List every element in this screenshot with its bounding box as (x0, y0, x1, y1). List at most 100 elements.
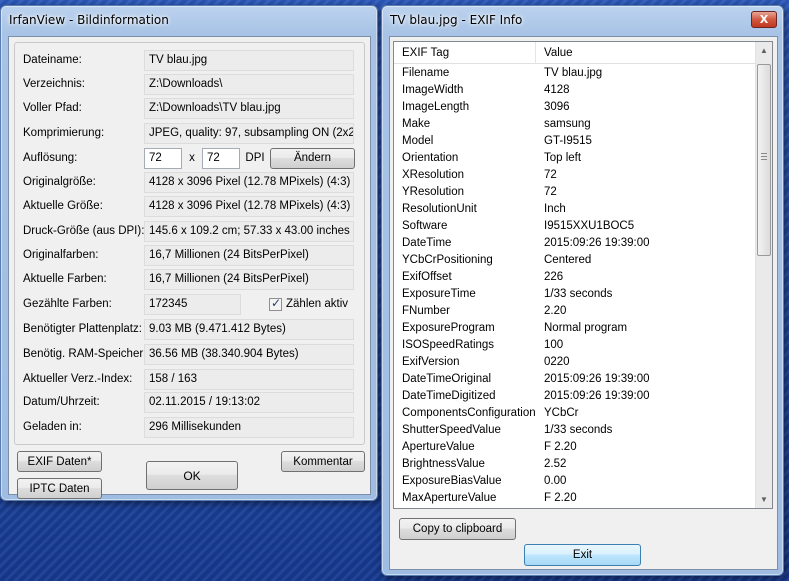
list-item[interactable]: ImageLength 3096 (394, 99, 757, 116)
list-item[interactable]: BrightnessValue 2.52 (394, 456, 757, 473)
list-item[interactable]: DateTime 2015:09:26 19:39:00 (394, 235, 757, 252)
close-icon[interactable]: X (751, 11, 777, 28)
field-value[interactable]: JPEG, quality: 97, subsampling ON (2x2) (144, 122, 354, 144)
list-item[interactable]: ExposureProgram Normal program (394, 320, 757, 337)
list-item[interactable]: ExifOffset 226 (394, 269, 757, 286)
list-item[interactable]: ApertureValue F 2.20 (394, 439, 757, 456)
exif-list[interactable]: EXIF Tag Value Filename TV blau.jpg ImageW… (393, 41, 773, 509)
exif-value: 2.20 (544, 305, 567, 317)
zaehlen-aktiv-checkbox[interactable]: Zählen aktiv (269, 296, 348, 311)
exif-value: TV blau.jpg (544, 67, 603, 79)
field-label: Geladen in: (23, 421, 82, 433)
aendern-button[interactable]: Ändern (270, 147, 355, 169)
field-value[interactable]: Z:\Downloads\TV blau.jpg (144, 97, 354, 119)
list-item[interactable]: ResolutionUnit Inch (394, 201, 757, 218)
scrollbar-thumb[interactable] (757, 64, 771, 256)
exif-value: 1/33 seconds (544, 288, 613, 300)
field-value[interactable]: 4128 x 3096 Pixel (12.78 MPixels) (4:3) (144, 195, 354, 217)
grip-line (761, 159, 767, 160)
exif-value: 2015:09:26 19:39:00 (544, 237, 650, 249)
field-value[interactable]: 4128 x 3096 Pixel (12.78 MPixels) (4:3) (144, 171, 354, 193)
field-label: Druck-Größe (aus DPI): (23, 225, 144, 237)
list-item[interactable]: ExposureTime 1/33 seconds (394, 286, 757, 303)
field-value[interactable]: 145.6 x 109.2 cm; 57.33 x 43.00 inches (144, 220, 354, 242)
list-item[interactable]: ExposureBiasValue 0.00 (394, 473, 757, 490)
checkbox-checked-icon[interactable] (269, 296, 282, 311)
dpi-y-input[interactable]: 72 (202, 147, 240, 169)
field-plattenplatz: Benötigter Plattenplatz: 9.03 MB (9.471.… (23, 318, 354, 340)
list-item[interactable]: Filename TV blau.jpg (394, 65, 757, 82)
list-item[interactable]: ShutterSpeedValue 1/33 seconds (394, 422, 757, 439)
field-originalgroesse: Originalgröße: 4128 x 3096 Pixel (12.78 … (23, 171, 354, 193)
list-item[interactable]: XResolution 72 (394, 167, 757, 184)
list-item[interactable]: FNumber 2.20 (394, 303, 757, 320)
dpi-separator: x (189, 152, 195, 164)
exif-value: F 2.20 (544, 441, 577, 453)
iptc-daten-button[interactable]: IPTC Daten (17, 478, 102, 499)
kommentar-button[interactable]: Kommentar (281, 451, 365, 472)
field-value[interactable]: 16,7 Millionen (24 BitsPerPixel) (144, 268, 354, 290)
list-item[interactable]: ComponentsConfiguration YCbCr (394, 405, 757, 422)
scroll-down-icon[interactable]: ▼ (756, 491, 772, 508)
column-header-tag[interactable]: EXIF Tag (394, 42, 536, 64)
exif-value: Normal program (544, 322, 628, 334)
bildinformation-window: IrfanView - Bildinformation Dateiname: T… (0, 5, 378, 501)
info-group: Dateiname: TV blau.jpg Verzeichnis: Z:\D… (14, 42, 365, 445)
list-item[interactable]: DateTimeOriginal 2015:09:26 19:39:00 (394, 371, 757, 388)
bildinformation-titlebar[interactable]: IrfanView - Bildinformation (1, 6, 377, 34)
dpi-x-input[interactable]: 72 (144, 147, 182, 169)
list-item[interactable]: ExifVersion 0220 (394, 354, 757, 371)
field-value[interactable]: 9.03 MB (9.471.412 Bytes) (144, 318, 354, 340)
exif-value: 2015:09:26 19:39:00 (544, 390, 650, 402)
copy-to-clipboard-button[interactable]: Copy to clipboard (399, 518, 516, 540)
exif-tag: ApertureValue (402, 441, 475, 453)
exif-tag: ISOSpeedRatings (402, 339, 495, 351)
exif-value: 72 (544, 186, 557, 198)
field-aktuelle-groesse: Aktuelle Größe: 4128 x 3096 Pixel (12.78… (23, 195, 354, 217)
window-title: IrfanView - Bildinformation (9, 13, 169, 27)
field-label: Datum/Uhrzeit: (23, 396, 100, 408)
field-label: Verzeichnis: (23, 78, 86, 90)
list-item[interactable]: ISOSpeedRatings 100 (394, 337, 757, 354)
exif-value: 0220 (544, 356, 570, 368)
field-value[interactable]: 172345 (144, 293, 241, 315)
list-item[interactable]: MaxApertureValue F 2.20 (394, 490, 757, 507)
exif-tag: XResolution (402, 169, 465, 181)
exif-tag: ExposureTime (402, 288, 476, 300)
field-value[interactable]: 296 Millisekunden (144, 416, 354, 438)
field-label: Dateiname: (23, 54, 82, 66)
exit-button[interactable]: Exit (524, 544, 641, 566)
exif-tag: ExposureBiasValue (402, 475, 502, 487)
field-dateiname: Dateiname: TV blau.jpg (23, 49, 354, 71)
list-item[interactable]: Orientation Top left (394, 150, 757, 167)
exif-value: 100 (544, 339, 564, 351)
field-value[interactable]: TV blau.jpg (144, 49, 354, 71)
field-value[interactable]: 158 / 163 (144, 368, 354, 390)
list-item[interactable]: Software I9515XXU1BOC5 (394, 218, 757, 235)
list-item[interactable]: Model GT-I9515 (394, 133, 757, 150)
list-item[interactable]: YResolution 72 (394, 184, 757, 201)
exif-tag: ResolutionUnit (402, 203, 477, 215)
exif-value: 1/33 seconds (544, 424, 613, 436)
field-value[interactable]: Z:\Downloads\ (144, 73, 354, 95)
field-gezaehlte-farben: Gezählte Farben: 172345 Zählen aktiv (23, 293, 348, 315)
list-item[interactable]: YCbCrPositioning Centered (394, 252, 757, 269)
exif-value: 2.52 (544, 458, 567, 470)
field-voller-pfad: Voller Pfad: Z:\Downloads\TV blau.jpg (23, 97, 354, 119)
field-value[interactable]: 02.11.2015 / 19:13:02 (144, 391, 354, 413)
scroll-up-icon[interactable]: ▲ (756, 42, 772, 59)
list-item[interactable]: DateTimeDigitized 2015:09:26 19:39:00 (394, 388, 757, 405)
field-value[interactable]: 16,7 Millionen (24 BitsPerPixel) (144, 244, 354, 266)
field-originalfarben: Originalfarben: 16,7 Millionen (24 BitsP… (23, 244, 354, 266)
exif-titlebar[interactable]: TV blau.jpg - EXIF Info (382, 6, 783, 34)
vertical-scrollbar[interactable]: ▲ ▼ (755, 42, 772, 508)
field-label: Komprimierung: (23, 127, 105, 139)
exif-client: EXIF Tag Value Filename TV blau.jpg ImageW… (389, 36, 778, 570)
column-header-value[interactable]: Value (536, 42, 758, 64)
field-value[interactable]: 36.56 MB (38.340.904 Bytes) (144, 343, 354, 365)
exif-tag: ImageLength (402, 101, 470, 113)
list-item[interactable]: Make samsung (394, 116, 757, 133)
ok-button[interactable]: OK (146, 461, 238, 490)
exif-daten-button[interactable]: EXIF Daten* (17, 451, 102, 472)
list-item[interactable]: ImageWidth 4128 (394, 82, 757, 99)
